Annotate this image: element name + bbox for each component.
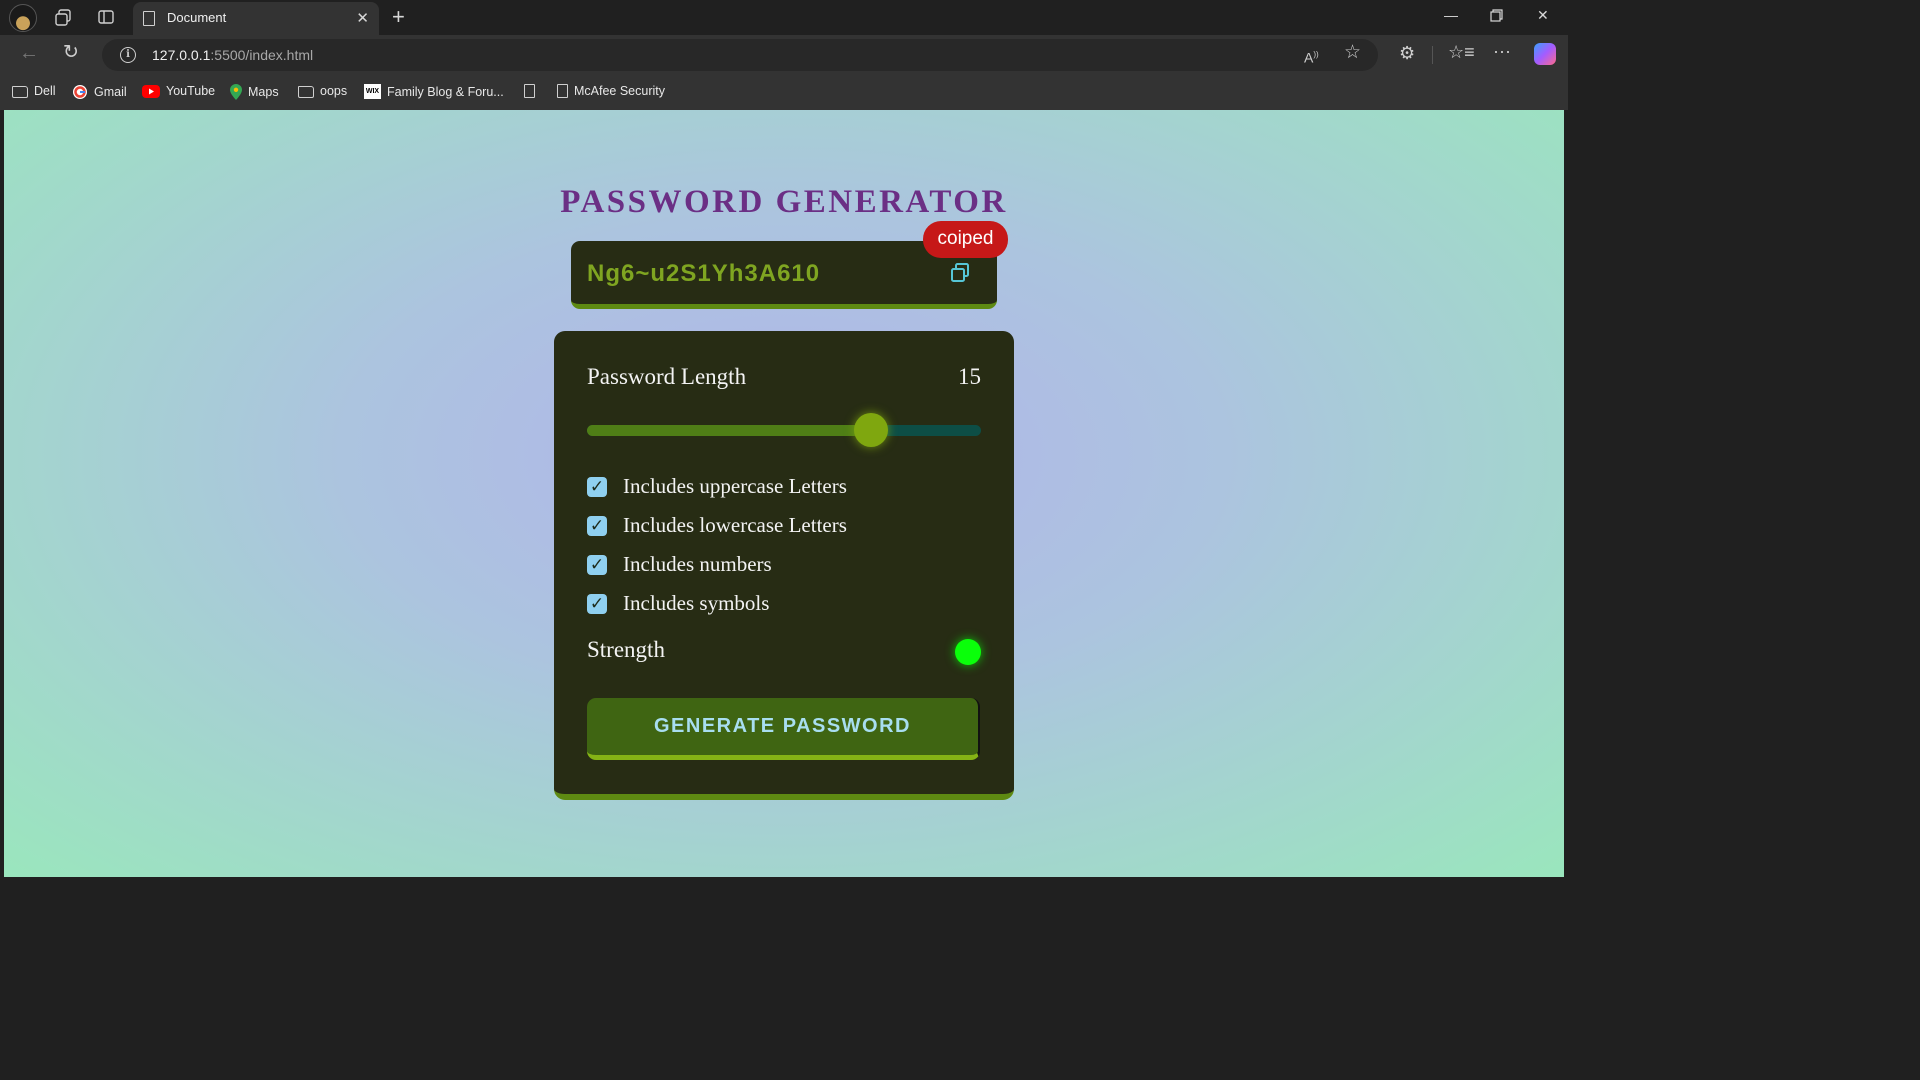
profile-avatar[interactable] [9, 4, 37, 32]
length-slider-track[interactable] [587, 425, 981, 436]
new-tab-icon[interactable]: + [392, 4, 405, 30]
page-viewport: PASSWORD GENERATOR Ng6~u2S1Yh3A610 coipe… [4, 110, 1564, 877]
folder-icon [298, 86, 314, 98]
page-title: PASSWORD GENERATOR [560, 184, 1008, 220]
option-label: Includes uppercase Letters [623, 474, 847, 498]
bookmark-oops[interactable]: oops [298, 84, 347, 98]
close-tab-icon[interactable]: ✕ [356, 9, 369, 27]
favorite-star-icon[interactable]: ☆ [1344, 43, 1361, 62]
more-options-icon[interactable]: ··· [1493, 42, 1511, 60]
bookmark-untitled[interactable] [524, 84, 535, 98]
option-label: Includes numbers [623, 552, 772, 576]
uppercase-checkbox[interactable]: ✓ [587, 476, 607, 497]
gmail-icon [73, 85, 87, 99]
length-slider-thumb[interactable] [853, 413, 888, 447]
favorites-icon[interactable]: ☆≡ [1448, 43, 1475, 61]
read-aloud-icon[interactable]: A)) [1304, 47, 1319, 66]
bookmarks-bar: Dell Gmail YouTube Maps oops WIX Family … [0, 75, 1568, 110]
option-lowercase[interactable]: ✓ Includes lowercase Letters [587, 506, 847, 545]
copy-icon[interactable] [949, 262, 971, 284]
youtube-icon [142, 84, 160, 98]
settings-card: Password Length 15 ✓ Includes uppercase … [554, 331, 1014, 800]
numbers-checkbox[interactable]: ✓ [587, 554, 607, 575]
close-window-icon[interactable]: ✕ [1537, 7, 1549, 24]
options-list: ✓ Includes uppercase Letters ✓ Includes … [587, 467, 847, 623]
document-icon [557, 84, 568, 98]
tab-title: Document [167, 10, 227, 25]
reload-icon[interactable]: ↻ [63, 43, 79, 62]
strength-label: Strength [587, 637, 665, 662]
bookmark-family-blog[interactable]: WIX Family Blog & Foru... [364, 84, 504, 99]
maps-icon [230, 84, 242, 100]
document-icon [143, 11, 155, 26]
document-icon [524, 84, 535, 98]
vertical-tabs-icon[interactable] [98, 9, 114, 29]
site-info-icon[interactable]: i [120, 47, 136, 63]
copilot-icon[interactable] [1534, 43, 1556, 65]
bookmark-youtube[interactable]: YouTube [142, 84, 215, 98]
bookmark-gmail[interactable]: Gmail [72, 84, 127, 100]
extensions-icon[interactable]: ⚙ [1399, 44, 1415, 62]
bookmark-dell[interactable]: Dell [12, 84, 56, 98]
option-uppercase[interactable]: ✓ Includes uppercase Letters [587, 467, 847, 506]
option-numbers[interactable]: ✓ Includes numbers [587, 545, 847, 584]
strength-indicator [955, 639, 981, 665]
minimize-icon[interactable]: — [1444, 7, 1458, 23]
workspaces-icon[interactable] [55, 9, 72, 30]
toolbar-divider [1432, 46, 1433, 64]
browser-toolbar: ← ↻ i 127.0.0.1:5500/index.html A)) ☆ ⚙ … [0, 35, 1568, 75]
address-bar[interactable]: i 127.0.0.1:5500/index.html A)) ☆ [102, 39, 1378, 71]
length-slider-fill [587, 425, 871, 436]
bookmark-mcafee[interactable]: McAfee Security [557, 84, 665, 98]
copied-tooltip: coiped [923, 221, 1008, 258]
option-label: Includes lowercase Letters [623, 513, 847, 537]
lowercase-checkbox[interactable]: ✓ [587, 515, 607, 536]
folder-icon [12, 86, 28, 98]
browser-tab-bar: Document ✕ + — ✕ [0, 0, 1568, 35]
password-output[interactable]: Ng6~u2S1Yh3A610 [587, 260, 820, 288]
url-text[interactable]: 127.0.0.1:5500/index.html [152, 47, 313, 63]
option-label: Includes symbols [623, 591, 770, 615]
symbols-checkbox[interactable]: ✓ [587, 593, 607, 614]
option-symbols[interactable]: ✓ Includes symbols [587, 584, 847, 623]
active-tab[interactable]: Document ✕ [133, 2, 379, 35]
restore-icon[interactable] [1490, 9, 1503, 25]
length-value: 15 [958, 364, 981, 389]
bookmark-maps[interactable]: Maps [230, 84, 279, 100]
length-label: Password Length [587, 364, 747, 389]
generate-password-button[interactable]: GENERATE PASSWORD [587, 698, 980, 760]
back-icon[interactable]: ← [19, 43, 39, 63]
wix-icon: WIX [364, 84, 381, 99]
